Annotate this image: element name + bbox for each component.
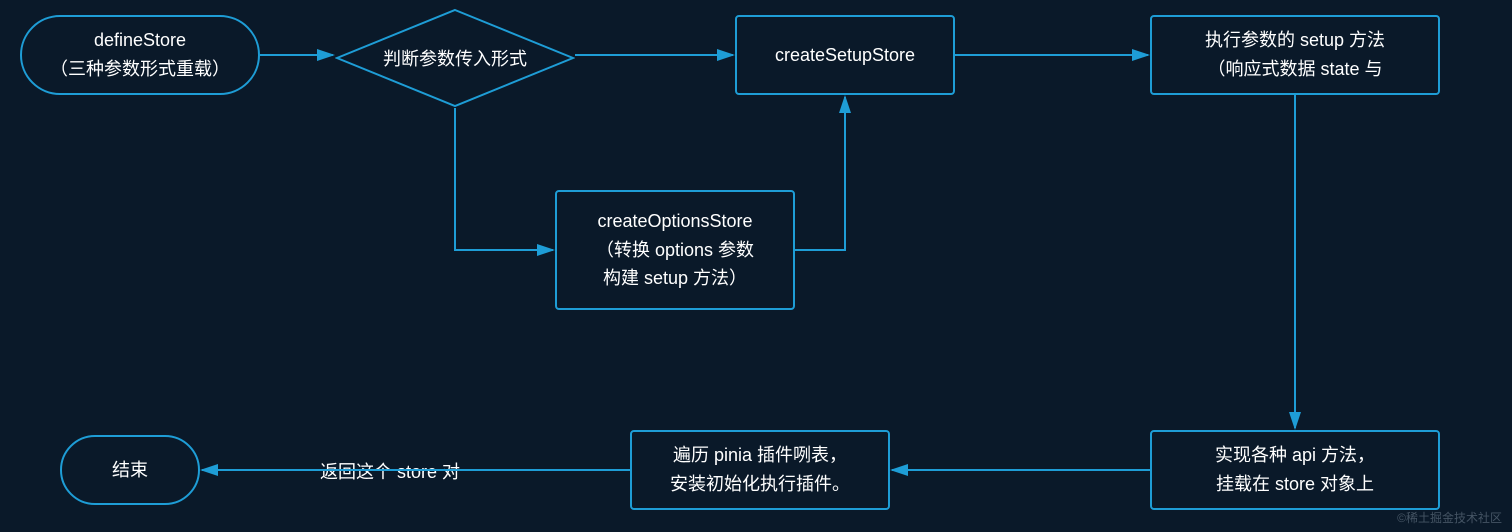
end-label: 结束 (112, 456, 148, 485)
setup-store-node: createSetupStore (735, 15, 955, 95)
start-line1: defineStore (94, 26, 186, 55)
watermark: ©稀土掘金技术社区 (1397, 509, 1502, 526)
setup-store-label: createSetupStore (775, 41, 915, 70)
end-node: 结束 (60, 435, 200, 505)
plugins-node: 遍历 pinia 插件咧表， 安装初始化执行插件。 (630, 430, 890, 510)
plugins-line2: 安装初始化执行插件。 (670, 470, 850, 499)
exec-setup-node: 执行参数的 setup 方法 （响应式数据 state 与 (1150, 15, 1440, 95)
decision-node: 判断参数传入形式 (335, 8, 575, 108)
api-methods-node: 实现各种 api 方法， 挂载在 store 对象上 (1150, 430, 1440, 510)
start-line2: （三种参数形式重载） (50, 55, 230, 84)
api-line2: 挂载在 store 对象上 (1216, 470, 1374, 499)
options-store-line1: createOptionsStore (597, 207, 752, 236)
options-store-line3: 构建 setup 方法） (603, 264, 747, 293)
plugins-line1: 遍历 pinia 插件咧表， (673, 441, 847, 470)
start-node: defineStore （三种参数形式重载） (20, 15, 260, 95)
options-store-node: createOptionsStore （转换 options 参数 构建 set… (555, 190, 795, 310)
api-line1: 实现各种 api 方法， (1215, 441, 1375, 470)
exec-setup-line2: （响应式数据 state 与 (1207, 55, 1382, 84)
return-label: 返回这个 store 对 (320, 458, 460, 484)
exec-setup-line1: 执行参数的 setup 方法 (1205, 26, 1385, 55)
decision-label: 判断参数传入形式 (383, 45, 527, 71)
options-store-line2: （转换 options 参数 (596, 236, 754, 265)
